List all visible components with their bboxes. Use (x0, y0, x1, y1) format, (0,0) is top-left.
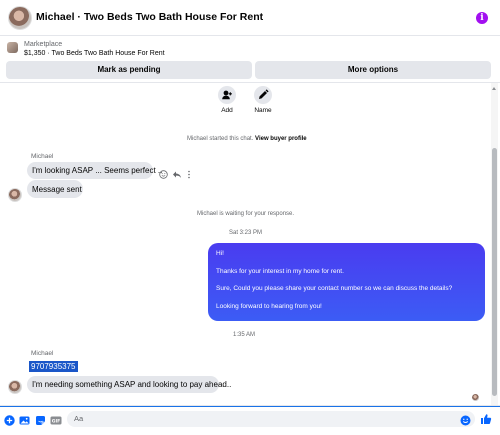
chat-started-text: Michael started this chat. (187, 136, 254, 142)
chat-header: Michael · Two Beds Two Bath House For Re… (0, 0, 500, 36)
chat-started-notice: Michael started this chat. View buyer pr… (187, 136, 307, 142)
marketplace-label: Marketplace (24, 41, 63, 48)
name-action[interactable]: Name (248, 86, 278, 114)
incoming-message[interactable]: I'm looking ASAP ... Seems perfect .. (27, 162, 162, 179)
add-action[interactable]: Add (212, 86, 242, 114)
incoming-message[interactable]: I'm needing something ASAP and looking t… (27, 376, 231, 393)
composer-focus-line (0, 406, 500, 407)
sender-name: Michael (31, 350, 54, 357)
outgoing-line: Hi! (216, 250, 224, 257)
listing-thumbnail[interactable] (7, 42, 18, 53)
scrollbar-thumb[interactable] (492, 148, 497, 396)
header-divider (0, 82, 500, 83)
sticker-icon[interactable] (35, 413, 46, 425)
more-options-button[interactable]: More options (255, 61, 491, 79)
chat-window: Michael · Two Beds Two Bath House For Re… (0, 0, 500, 435)
waiting-notice: Michael is waiting for your response. (197, 211, 295, 217)
seen-avatar (472, 394, 479, 401)
selected-phone-number[interactable]: 9707935375 (29, 361, 78, 372)
sender-avatar[interactable] (8, 188, 22, 202)
reply-icon[interactable] (172, 166, 182, 184)
outgoing-message[interactable]: Hi! Thanks for your interest in my home … (208, 243, 485, 321)
pencil-icon[interactable] (254, 86, 272, 104)
svg-text:GIF: GIF (52, 419, 60, 425)
more-dots-icon[interactable] (187, 166, 191, 184)
thumbs-up-icon[interactable] (480, 412, 492, 424)
incoming-message[interactable]: Message sent (27, 180, 83, 198)
chat-title[interactable]: Michael · Two Beds Two Bath House For Re… (36, 11, 263, 23)
outgoing-line: Looking forward to hearing from you! (216, 302, 322, 310)
listing-summary[interactable]: $1,350 · Two Beds Two Bath House For Ren… (24, 50, 165, 57)
plus-icon[interactable] (4, 413, 15, 426)
timestamp: Sat 3:23 PM (229, 230, 263, 236)
outgoing-line: Sure, Could you please share your contac… (216, 285, 453, 292)
name-label: Name (254, 107, 272, 114)
view-buyer-profile-link[interactable]: View buyer profile (255, 136, 307, 142)
outgoing-line: Thanks for your interest in my home for … (216, 267, 344, 275)
add-label: Add (221, 107, 233, 114)
scroll-up-arrow-icon[interactable] (491, 86, 498, 92)
sender-name: Michael (31, 153, 54, 160)
timestamp: 1:35 AM (233, 332, 256, 338)
photo-icon[interactable] (19, 413, 30, 425)
contact-avatar[interactable] (8, 6, 32, 30)
react-emoji-icon[interactable] (159, 166, 168, 184)
sender-avatar[interactable] (8, 380, 22, 394)
info-icon[interactable]: i (476, 12, 488, 24)
emoji-icon[interactable] (460, 413, 471, 426)
mark-as-pending-button[interactable]: Mark as pending (6, 61, 252, 79)
gif-icon[interactable]: GIF (50, 413, 62, 425)
message-input[interactable]: Aa (67, 411, 475, 427)
add-person-icon[interactable] (218, 86, 236, 104)
